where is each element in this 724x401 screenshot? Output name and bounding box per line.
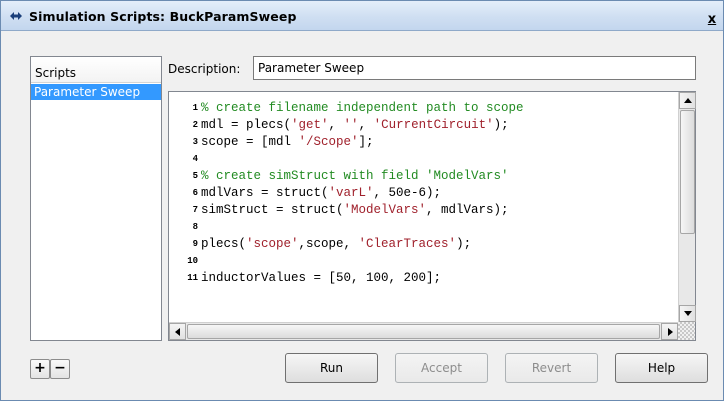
close-button[interactable]: x [704,12,720,28]
code-line[interactable]: 2 mdl = plecs('get', '', 'CurrentCircuit'… [169,117,678,134]
scroll-down-button[interactable] [679,305,696,322]
code-token-string: 'varL' [328,186,374,200]
scripts-list[interactable]: Scripts Parameter Sweep [30,56,162,341]
code-token-comment: % create filename independent path to sc… [201,101,524,115]
script-editor[interactable]: 1% create filename independent path to s… [168,91,696,341]
code-line[interactable]: 10 [169,253,678,270]
line-number: 8 [192,222,198,232]
code-token-comment: % create simStruct with field 'ModelVars… [201,169,509,183]
code-token-string: 'scope' [246,237,299,251]
script-item-parameter-sweep[interactable]: Parameter Sweep [31,84,161,100]
code-token-string: 'CurrentCircuit' [373,118,494,132]
code-token-string: 'get' [291,118,329,132]
description-input[interactable]: Parameter Sweep [253,56,696,80]
code-token-string: '' [343,118,359,132]
code-token-plain: ); [493,118,509,132]
line-number: 10 [187,256,198,266]
line-number: 6 [192,188,198,198]
code-line[interactable]: 1% create filename independent path to s… [169,100,678,117]
code-token-string: '/Scope' [298,135,359,149]
line-number: 4 [192,154,198,164]
scrollbar-corner [678,322,695,340]
vertical-scrollbar[interactable] [678,92,696,322]
line-number: 9 [192,239,198,249]
code-token-plain: ); [456,237,472,251]
scripts-header[interactable]: Scripts [31,57,161,83]
revert-button[interactable]: Revert [505,353,598,383]
code-line[interactable]: 8 [169,219,678,236]
line-number: 5 [192,171,198,181]
code-line[interactable]: 6 mdlVars = struct('varL', 50e-6); [169,185,678,202]
horizontal-scroll-thumb[interactable] [187,324,660,339]
arrows-icon [10,12,22,20]
line-number: 7 [192,205,198,215]
line-number: 3 [192,137,198,147]
code-token-plain: , 50e-6); [373,186,442,200]
code-area[interactable]: 1% create filename independent path to s… [169,92,678,322]
code-token-string: 'ModelVars' [343,203,427,217]
code-token-plain: mdlVars = struct( [201,186,329,200]
code-line[interactable]: 5% create simStruct with field 'ModelVar… [169,168,678,185]
code-token-plain: simStruct = struct( [201,203,344,217]
code-token-plain: ,scope, [298,237,359,251]
code-token-plain: scope = [mdl [201,135,299,149]
line-number: 2 [192,120,198,130]
code-token-plain: , [358,118,374,132]
line-number: 11 [187,273,198,283]
title-bar[interactable]: Simulation Scripts: BuckParamSweep x [1,1,723,31]
scroll-left-button[interactable] [169,323,186,340]
help-button[interactable]: Help [615,353,708,383]
arrow-right-icon [668,328,673,336]
add-script-button[interactable]: + [30,359,50,379]
code-token-plain: , mdlVars); [426,203,509,217]
code-token-plain: inductorValues = [50, 100, 200]; [201,271,442,285]
scroll-up-button[interactable] [679,92,696,109]
scroll-right-button[interactable] [661,323,678,340]
code-line[interactable]: 11 inductorValues = [50, 100, 200]; [169,270,678,287]
run-button[interactable]: Run [285,353,378,383]
simulation-scripts-window: Simulation Scripts: BuckParamSweep x Scr… [0,0,724,401]
arrow-down-icon [684,311,692,316]
remove-script-button[interactable]: − [50,359,70,379]
code-token-string: 'ClearTraces' [358,237,457,251]
window-title: Simulation Scripts: BuckParamSweep [29,9,297,24]
code-token-plain: plecs( [201,237,247,251]
code-line[interactable]: 9 plecs('scope',scope, 'ClearTraces'); [169,236,678,253]
arrow-up-icon [684,98,692,103]
code-token-plain: mdl = plecs( [201,118,292,132]
code-token-plain: ]; [358,135,374,149]
code-line[interactable]: 3 scope = [mdl '/Scope']; [169,134,678,151]
code-line[interactable]: 7 simStruct = struct('ModelVars', mdlVars… [169,202,678,219]
line-number: 1 [192,103,198,113]
vertical-scroll-thumb[interactable] [680,110,695,234]
description-label: Description: [168,62,241,76]
accept-button[interactable]: Accept [395,353,488,383]
code-token-plain: , [328,118,344,132]
horizontal-scrollbar[interactable] [169,322,678,340]
code-line[interactable]: 4 [169,151,678,168]
arrow-left-icon [175,328,180,336]
